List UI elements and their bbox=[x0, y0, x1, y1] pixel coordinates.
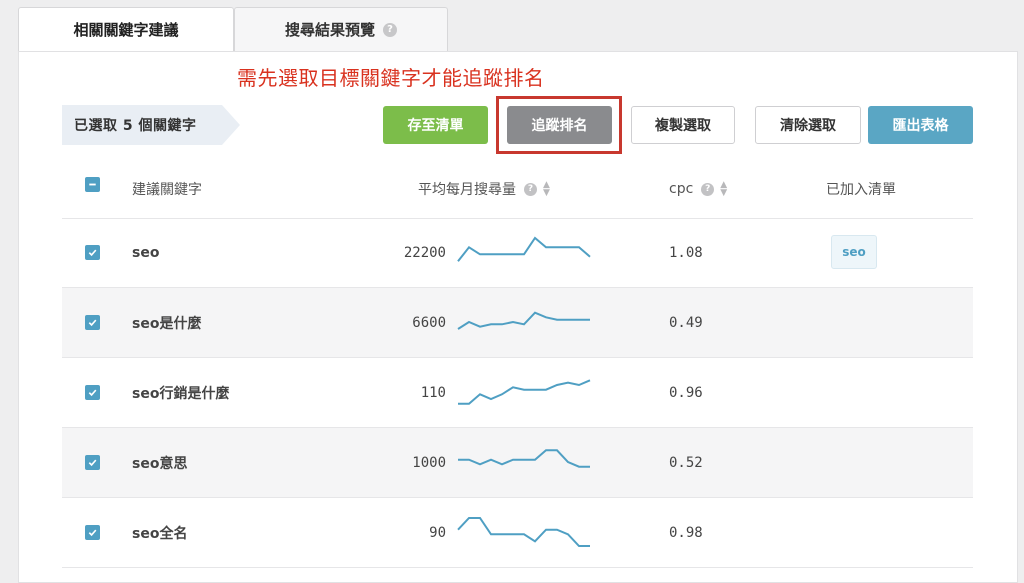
checkmark-icon bbox=[88, 319, 97, 327]
cpc-value: 1.08 bbox=[669, 244, 703, 261]
tab-serp-preview[interactable]: 搜尋結果預覽 ? bbox=[234, 7, 448, 51]
column-label: 建議關鍵字 bbox=[132, 182, 202, 198]
question-mark-icon[interactable]: ? bbox=[524, 182, 537, 196]
list-tag[interactable]: seo bbox=[831, 235, 877, 269]
column-header-in-list: 已加入清單 bbox=[826, 160, 896, 218]
trend-sparkline bbox=[458, 379, 591, 405]
clear-selection-button[interactable]: 清除選取 bbox=[755, 106, 861, 144]
trend-line bbox=[458, 379, 591, 405]
sort-icon[interactable]: ▲ ▼ bbox=[543, 181, 550, 198]
table-header: 建議關鍵字 平均每月搜尋量 ? ▲ ▼ cpc ? ▲ ▼ 已加入清單 bbox=[62, 160, 973, 219]
table-row[interactable]: seo行銷是什麼 110 0.96 bbox=[62, 358, 973, 428]
selection-count-tag: 已選取 5 個關鍵字 bbox=[62, 105, 240, 145]
column-header-cpc[interactable]: cpc ? ▲ ▼ bbox=[669, 160, 727, 218]
trend-sparkline bbox=[457, 311, 590, 330]
cpc-value: 0.52 bbox=[669, 454, 703, 471]
trend-line bbox=[457, 311, 590, 330]
table-row[interactable]: seo是什麼 6600 0.49 bbox=[62, 288, 973, 358]
column-label: cpc bbox=[669, 181, 694, 197]
column-label: 平均每月搜尋量 bbox=[418, 182, 516, 198]
trend-sparkline bbox=[457, 236, 591, 262]
row-checkbox[interactable] bbox=[85, 525, 100, 540]
keyword-text: seo行銷是什麼 bbox=[132, 385, 230, 402]
cpc-value: 0.98 bbox=[669, 524, 703, 541]
checkmark-icon bbox=[88, 529, 97, 537]
select-all-checkbox[interactable] bbox=[85, 177, 100, 192]
row-checkbox[interactable] bbox=[85, 385, 100, 400]
minus-icon bbox=[89, 183, 96, 186]
column-label: 已加入清單 bbox=[826, 182, 896, 198]
track-rank-button[interactable]: 追蹤排名 bbox=[507, 106, 612, 144]
tab-related-keywords[interactable]: 相關關鍵字建議 bbox=[18, 7, 234, 51]
column-header-volume[interactable]: 平均每月搜尋量 ? ▲ ▼ bbox=[418, 160, 550, 218]
copy-selected-button[interactable]: 複製選取 bbox=[631, 106, 735, 144]
trend-line bbox=[457, 517, 590, 547]
row-checkbox[interactable] bbox=[85, 455, 100, 470]
export-table-button[interactable]: 匯出表格 bbox=[868, 106, 973, 144]
row-checkbox[interactable] bbox=[85, 315, 100, 330]
search-volume: 22200 bbox=[403, 244, 446, 261]
row-checkbox[interactable] bbox=[85, 245, 100, 260]
search-volume: 6600 bbox=[412, 314, 446, 331]
cpc-value: 0.49 bbox=[669, 314, 703, 331]
search-volume: 90 bbox=[429, 524, 446, 541]
question-mark-icon[interactable]: ? bbox=[383, 22, 397, 37]
trend-line bbox=[457, 236, 591, 262]
keyword-text: seo意思 bbox=[132, 455, 188, 472]
tab-label: 搜尋結果預覽 bbox=[284, 21, 375, 39]
search-volume: 110 bbox=[420, 384, 446, 401]
checkmark-icon bbox=[88, 459, 97, 467]
column-header-keyword: 建議關鍵字 bbox=[132, 160, 202, 218]
save-to-list-button[interactable]: 存至清單 bbox=[383, 106, 488, 144]
table-row[interactable]: seo意思 1000 0.52 bbox=[62, 428, 973, 498]
checkmark-icon bbox=[88, 389, 97, 397]
search-volume: 1000 bbox=[412, 454, 446, 471]
question-mark-icon[interactable]: ? bbox=[701, 182, 715, 196]
sort-icon[interactable]: ▲ ▼ bbox=[720, 181, 727, 198]
table-row[interactable]: seo 22200 1.08 seo bbox=[62, 218, 973, 288]
checkmark-icon bbox=[88, 249, 97, 257]
trend-sparkline bbox=[457, 517, 590, 547]
keyword-text: seo bbox=[132, 244, 160, 261]
trend-sparkline bbox=[458, 449, 590, 468]
keyword-text: seo全名 bbox=[132, 525, 188, 542]
tab-label: 相關關鍵字建議 bbox=[73, 21, 179, 39]
trend-line bbox=[458, 449, 590, 468]
cpc-value: 0.96 bbox=[669, 384, 703, 401]
table-row[interactable]: seo全名 90 0.98 bbox=[62, 498, 973, 568]
instruction-annotation: 需先選取目標關鍵字才能追蹤排名 bbox=[237, 66, 545, 90]
keyword-text: seo是什麼 bbox=[132, 315, 202, 332]
